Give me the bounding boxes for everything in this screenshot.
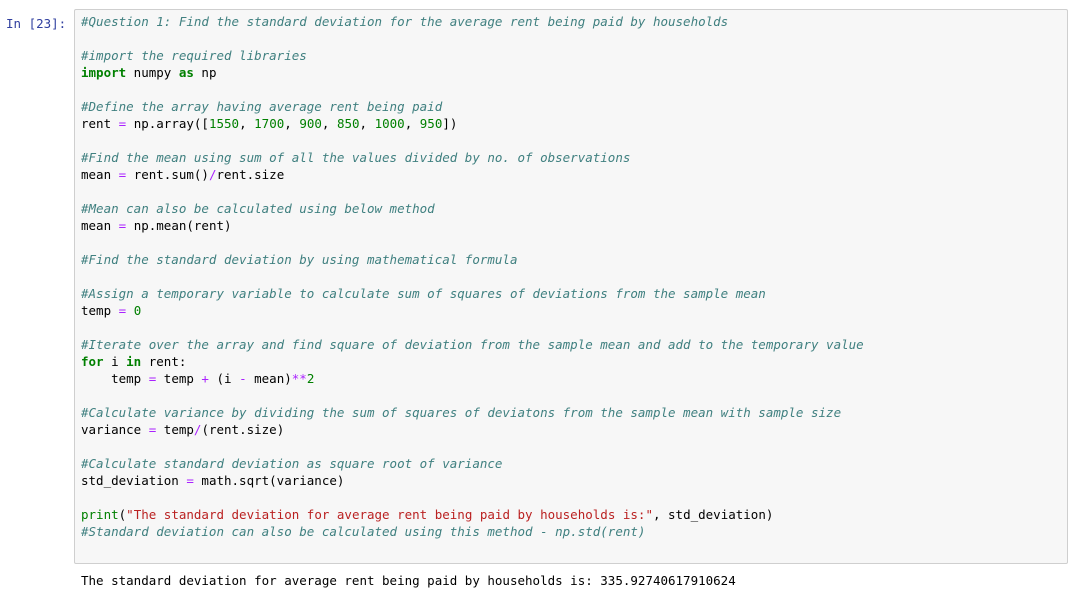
code-keyword: for: [81, 354, 104, 369]
code-keyword: import: [81, 65, 127, 80]
code-token: , std_deviation): [652, 507, 774, 522]
code-operator: =: [186, 473, 194, 488]
code-line: #import the required libraries: [81, 47, 864, 64]
code-token: temp: [156, 371, 202, 386]
code-line: temp = temp + (i - mean)**2: [81, 370, 864, 387]
code-number: 2: [306, 371, 315, 386]
code-line: for i in rent:: [81, 353, 864, 370]
code-line: #Standard deviation can also be calculat…: [81, 523, 864, 540]
code-line: std_deviation = math.sqrt(variance): [81, 472, 864, 489]
input-prompt: In [23]:: [6, 16, 67, 31]
code-token: mean: [81, 167, 119, 182]
code-token: mean): [246, 371, 292, 386]
code-line: print("The standard deviation for averag…: [81, 506, 864, 523]
code-comment: #Find the standard deviation by using ma…: [81, 252, 518, 267]
code-token: ,: [359, 116, 375, 131]
code-token: rent:: [141, 354, 187, 369]
code-number: 1700: [254, 116, 285, 131]
code-comment: #Iterate over the array and find square …: [81, 337, 864, 352]
code-token: ,: [404, 116, 420, 131]
code-token: ,: [321, 116, 337, 131]
code-line: temp = 0: [81, 302, 864, 319]
code-token: rent: [81, 116, 119, 131]
code-token: mean: [81, 218, 119, 233]
code-keyword: as: [178, 65, 194, 80]
code-comment: #Standard deviation can also be calculat…: [81, 524, 646, 539]
code-number: 900: [299, 116, 322, 131]
code-number: 950: [419, 116, 443, 131]
code-line: #Assign a temporary variable to calculat…: [81, 285, 864, 302]
code-token: (rent.size): [201, 422, 285, 437]
code-operator: /: [208, 167, 217, 182]
code-line: #Define the array having average rent be…: [81, 98, 864, 115]
code-token: rent.size: [216, 167, 285, 182]
code-number: 1000: [374, 116, 405, 131]
code-line: mean = rent.sum()/rent.size: [81, 166, 864, 183]
code-comment: #Question 1: Find the standard deviation…: [81, 14, 729, 29]
code-operator: -: [239, 371, 247, 386]
code-line: #Mean can also be calculated using below…: [81, 200, 864, 217]
code-comment: #Find the mean using sum of all the valu…: [81, 150, 631, 165]
code-string: "The standard deviation for average rent…: [126, 507, 653, 522]
code-token: numpy: [126, 65, 179, 80]
code-token: i: [103, 354, 127, 369]
code-comment: #import the required libraries: [81, 48, 307, 63]
code-line: variance = temp/(rent.size): [81, 421, 864, 438]
code-comment: #Assign a temporary variable to calculat…: [81, 286, 766, 301]
code-keyword: print: [81, 507, 119, 522]
code-keyword: in: [126, 354, 142, 369]
code-token: temp: [156, 422, 194, 437]
code-token: np.array([: [126, 116, 209, 131]
code-line: mean = np.mean(rent): [81, 217, 864, 234]
code-number: 850: [336, 116, 360, 131]
code-token: np.mean(rent): [126, 218, 232, 233]
code-token: np: [193, 65, 217, 80]
cell-output: The standard deviation for average rent …: [81, 573, 736, 588]
code-token: ,: [284, 116, 300, 131]
code-line: #Calculate variance by dividing the sum …: [81, 404, 864, 421]
code-line: #Calculate standard deviation as square …: [81, 455, 864, 472]
code-line: import numpy as np: [81, 64, 864, 81]
code-token: variance: [81, 422, 149, 437]
code-number: 1550: [208, 116, 240, 131]
code-token: rent.sum(): [126, 167, 209, 182]
code-comment: #Calculate standard deviation as square …: [81, 456, 503, 471]
code-editor[interactable]: #Question 1: Find the standard deviation…: [81, 13, 864, 540]
code-line: #Question 1: Find the standard deviation…: [81, 13, 864, 30]
code-operator: **: [291, 371, 307, 386]
code-comment: #Mean can also be calculated using below…: [81, 201, 435, 216]
code-token: temp: [81, 303, 119, 318]
code-comment: #Calculate variance by dividing the sum …: [81, 405, 842, 420]
code-token: (i: [208, 371, 240, 386]
code-number: 0: [133, 303, 142, 318]
code-token: math.sqrt(variance): [193, 473, 345, 488]
code-token: ]): [442, 116, 458, 131]
code-line: #Find the mean using sum of all the valu…: [81, 149, 864, 166]
code-operator: +: [201, 371, 209, 386]
code-line: #Iterate over the array and find square …: [81, 336, 864, 353]
code-token: std_deviation: [81, 473, 187, 488]
code-comment: #Define the array having average rent be…: [81, 99, 443, 114]
code-line: rent = np.array([1550, 1700, 900, 850, 1…: [81, 115, 864, 132]
code-line: #Find the standard deviation by using ma…: [81, 251, 864, 268]
code-token: temp: [81, 371, 149, 386]
code-token: ,: [239, 116, 255, 131]
